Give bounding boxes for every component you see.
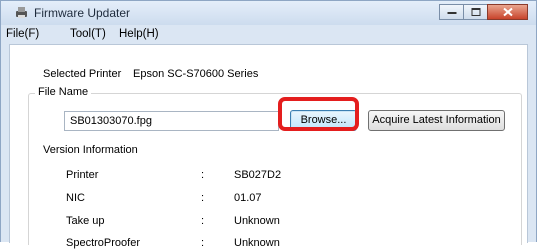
version-colon: :: [201, 169, 205, 181]
menu-tool[interactable]: Tool(T): [70, 28, 106, 40]
file-name-value: SB01303070.fpg: [70, 115, 152, 127]
version-value-spectroproofer: Unknown: [234, 237, 280, 249]
file-name-field[interactable]: SB01303070.fpg: [64, 111, 279, 131]
maximize-icon: [471, 8, 480, 16]
window-controls: [439, 4, 528, 21]
version-information-heading: Version Information: [43, 144, 138, 156]
close-icon: [502, 7, 513, 17]
app-icon: [16, 7, 27, 18]
version-colon: :: [201, 237, 205, 249]
menu-file[interactable]: File(F): [6, 28, 39, 40]
main-panel: Selected Printer Epson SC-S70600 Series …: [9, 44, 528, 249]
minimize-icon: [447, 12, 456, 14]
version-colon: :: [201, 192, 205, 204]
version-value-nic: 01.07: [234, 192, 262, 204]
version-value-take-up: Unknown: [234, 215, 280, 227]
window-title: Firmware Updater: [34, 6, 131, 20]
menu-bar: File(F) Tool(T) Help(H): [1, 25, 536, 44]
version-label-spectroproofer: SpectroProofer: [66, 237, 140, 249]
acquire-latest-information-button[interactable]: Acquire Latest Information: [368, 110, 505, 131]
minimize-button[interactable]: [439, 4, 464, 20]
browse-highlight-callout: [278, 97, 359, 131]
maximize-button[interactable]: [463, 4, 488, 20]
version-value-printer: SB027D2: [234, 169, 282, 181]
file-name-label: File Name: [35, 86, 92, 98]
title-bar[interactable]: Firmware Updater: [1, 1, 536, 25]
selected-printer-label: Selected Printer: [43, 68, 122, 80]
app-window: Firmware Updater File(F) Tool(T) Help(H)…: [0, 0, 537, 249]
version-label-take-up: Take up: [66, 215, 105, 227]
close-button[interactable]: [487, 4, 528, 20]
version-label-nic: NIC: [66, 192, 85, 204]
selected-printer-value: Epson SC-S70600 Series: [133, 68, 259, 80]
menu-help[interactable]: Help(H): [119, 28, 159, 40]
version-colon: :: [201, 215, 205, 227]
version-label-printer: Printer: [66, 169, 99, 181]
